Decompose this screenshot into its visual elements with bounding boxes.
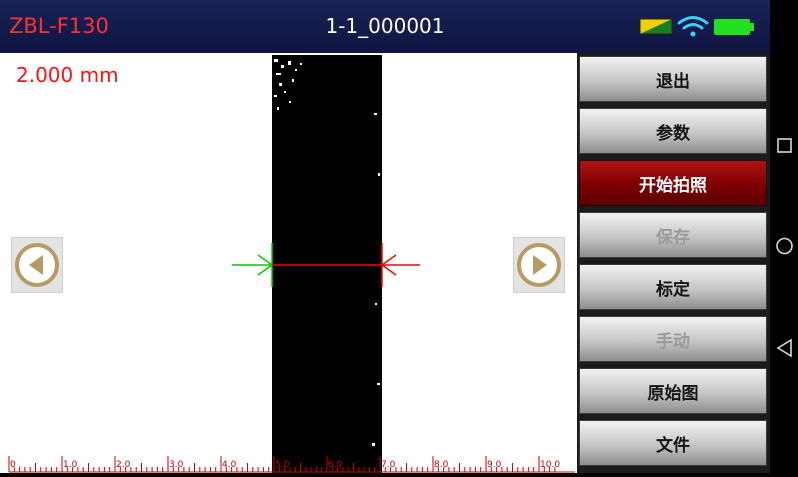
calibrate-button[interactable]: 标定: [579, 264, 767, 310]
start-capture-button[interactable]: 开始拍照: [579, 160, 767, 206]
file-button[interactable]: 文件: [579, 420, 767, 466]
ruler-label: 5.0: [275, 460, 290, 470]
back-triangle-icon: [776, 338, 792, 358]
specimen-image: [272, 55, 382, 473]
save-button[interactable]: 保存: [579, 212, 767, 258]
ruler-label: 4.0: [222, 460, 237, 470]
sim-card-icon: [639, 18, 673, 35]
ruler-label: 10.0: [540, 460, 560, 470]
chevron-right-circle-icon: [517, 243, 561, 287]
ruler-label: 8.0: [434, 460, 449, 470]
ruler-label: 0: [10, 460, 16, 470]
exit-button[interactable]: 退出: [579, 56, 767, 102]
home-circle-icon: [776, 237, 793, 255]
manual-button[interactable]: 手动: [579, 316, 767, 362]
ruler-label: 2.0: [116, 460, 131, 470]
ruler-label: 9.0: [487, 460, 502, 470]
ruler-label: 1.0: [63, 460, 78, 470]
recents-square-icon: [777, 138, 792, 153]
next-image-button[interactable]: [513, 237, 565, 293]
image-viewer: 0 1.0 2.0 3.0 4.0 5.0 6.0 7.0 8.0 9.0 10.0 2.000 m…: [0, 53, 577, 473]
status-icons: [638, 14, 768, 40]
parameters-button[interactable]: 参数: [579, 108, 767, 154]
ruler-label: 6.0: [328, 460, 343, 470]
ruler-label: 7.0: [381, 460, 396, 470]
system-nav-bar: [770, 0, 798, 473]
measurement-readout: 2.000 mm: [16, 63, 119, 87]
chevron-left-circle-icon: [15, 243, 59, 287]
measurement-marker-left: [232, 243, 273, 287]
title-bar: ZBL-F130 1-1_000001: [0, 0, 770, 53]
wifi-icon: [677, 16, 709, 37]
action-panel: 退出 参数 开始拍照 保存 标定 手动 原始图 文件: [577, 53, 770, 473]
prev-image-button[interactable]: [11, 237, 63, 293]
original-image-button[interactable]: 原始图: [579, 368, 767, 414]
battery-icon: [714, 19, 754, 35]
measurement-marker-right: [381, 243, 420, 287]
ruler-label: 3.0: [169, 460, 184, 470]
